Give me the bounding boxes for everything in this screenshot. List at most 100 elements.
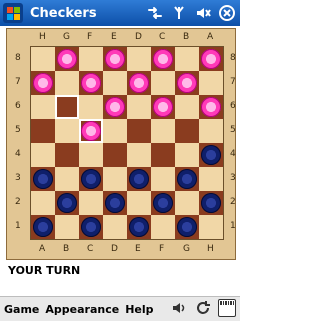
board-square[interactable]: [79, 215, 103, 239]
pink-checker-piece[interactable]: [81, 121, 101, 141]
close-icon[interactable]: [218, 4, 236, 22]
board-square[interactable]: [199, 191, 223, 215]
blue-checker-piece[interactable]: [81, 169, 101, 189]
menu-appearance[interactable]: Appearance: [45, 303, 119, 316]
board-square[interactable]: [175, 95, 199, 119]
board-square[interactable]: [151, 143, 175, 167]
board-square[interactable]: [199, 71, 223, 95]
board-square[interactable]: [31, 143, 55, 167]
board-square[interactable]: [127, 119, 151, 143]
board-square[interactable]: [151, 215, 175, 239]
pink-checker-piece[interactable]: [105, 97, 125, 117]
board-square[interactable]: [175, 167, 199, 191]
blue-checker-piece[interactable]: [57, 193, 77, 213]
board-square[interactable]: [31, 47, 55, 71]
board-square[interactable]: [175, 215, 199, 239]
blue-checker-piece[interactable]: [129, 169, 149, 189]
board-square[interactable]: [175, 143, 199, 167]
board-square[interactable]: [79, 71, 103, 95]
board-square[interactable]: [79, 47, 103, 71]
pink-checker-piece[interactable]: [81, 73, 101, 93]
board-square[interactable]: [127, 215, 151, 239]
board-square[interactable]: [103, 95, 127, 119]
board-square[interactable]: [103, 71, 127, 95]
board-square[interactable]: [175, 47, 199, 71]
board-square[interactable]: [31, 119, 55, 143]
pink-checker-piece[interactable]: [201, 97, 221, 117]
blue-checker-piece[interactable]: [33, 169, 53, 189]
blue-checker-piece[interactable]: [177, 169, 197, 189]
board-square[interactable]: [199, 167, 223, 191]
board-square[interactable]: [199, 47, 223, 71]
board-square[interactable]: [79, 95, 103, 119]
board-square[interactable]: [55, 191, 79, 215]
refresh-icon[interactable]: [194, 299, 212, 317]
blue-checker-piece[interactable]: [201, 193, 221, 213]
board-square[interactable]: [103, 119, 127, 143]
board-square[interactable]: [103, 215, 127, 239]
board-square[interactable]: [127, 47, 151, 71]
board-square[interactable]: [79, 143, 103, 167]
checkers-grid[interactable]: [30, 46, 224, 240]
board-square[interactable]: [199, 95, 223, 119]
board-square[interactable]: [55, 47, 79, 71]
pink-checker-piece[interactable]: [153, 97, 173, 117]
start-button[interactable]: [3, 3, 23, 23]
board-square[interactable]: [127, 71, 151, 95]
board-square[interactable]: [151, 71, 175, 95]
board-square[interactable]: [31, 215, 55, 239]
board-square[interactable]: [127, 143, 151, 167]
board-square[interactable]: [55, 119, 79, 143]
board-square[interactable]: [175, 119, 199, 143]
pink-checker-piece[interactable]: [57, 49, 77, 69]
pink-checker-piece[interactable]: [105, 49, 125, 69]
blue-checker-piece[interactable]: [153, 193, 173, 213]
pink-checker-piece[interactable]: [201, 49, 221, 69]
board-square[interactable]: [175, 71, 199, 95]
board-square[interactable]: [55, 167, 79, 191]
board-square[interactable]: [199, 119, 223, 143]
board-square[interactable]: [103, 143, 127, 167]
pink-checker-piece[interactable]: [129, 73, 149, 93]
blue-checker-piece[interactable]: [177, 217, 197, 237]
board-square[interactable]: [55, 143, 79, 167]
pink-checker-piece[interactable]: [33, 73, 53, 93]
blue-checker-piece[interactable]: [201, 145, 221, 165]
board-square[interactable]: [79, 167, 103, 191]
blue-checker-piece[interactable]: [105, 193, 125, 213]
keyboard-icon[interactable]: [218, 299, 236, 317]
pink-checker-piece[interactable]: [177, 73, 197, 93]
menu-game[interactable]: Game: [4, 303, 39, 316]
board-square[interactable]: [31, 71, 55, 95]
board-square[interactable]: [103, 167, 127, 191]
board-square[interactable]: [55, 71, 79, 95]
blue-checker-piece[interactable]: [33, 217, 53, 237]
board-square[interactable]: [55, 215, 79, 239]
menu-help[interactable]: Help: [125, 303, 153, 316]
board-square[interactable]: [151, 191, 175, 215]
board-square[interactable]: [31, 191, 55, 215]
blue-checker-piece[interactable]: [81, 217, 101, 237]
board-square[interactable]: [127, 95, 151, 119]
network-icon[interactable]: [146, 4, 164, 22]
board-square[interactable]: [103, 191, 127, 215]
board-square[interactable]: [31, 167, 55, 191]
board-square[interactable]: [175, 191, 199, 215]
blue-checker-piece[interactable]: [129, 217, 149, 237]
pink-checker-piece[interactable]: [153, 49, 173, 69]
board-square[interactable]: [79, 119, 103, 143]
board-square[interactable]: [103, 47, 127, 71]
board-square[interactable]: [199, 215, 223, 239]
board-square[interactable]: [151, 119, 175, 143]
signal-icon[interactable]: [170, 4, 188, 22]
board-square[interactable]: [199, 143, 223, 167]
board-square[interactable]: [127, 191, 151, 215]
volume-icon[interactable]: [194, 4, 212, 22]
board-square[interactable]: [79, 191, 103, 215]
board-square[interactable]: [55, 95, 79, 119]
board-square[interactable]: [151, 167, 175, 191]
volume-icon[interactable]: [170, 299, 188, 317]
board-square[interactable]: [127, 167, 151, 191]
board-square[interactable]: [31, 95, 55, 119]
board-square[interactable]: [151, 47, 175, 71]
